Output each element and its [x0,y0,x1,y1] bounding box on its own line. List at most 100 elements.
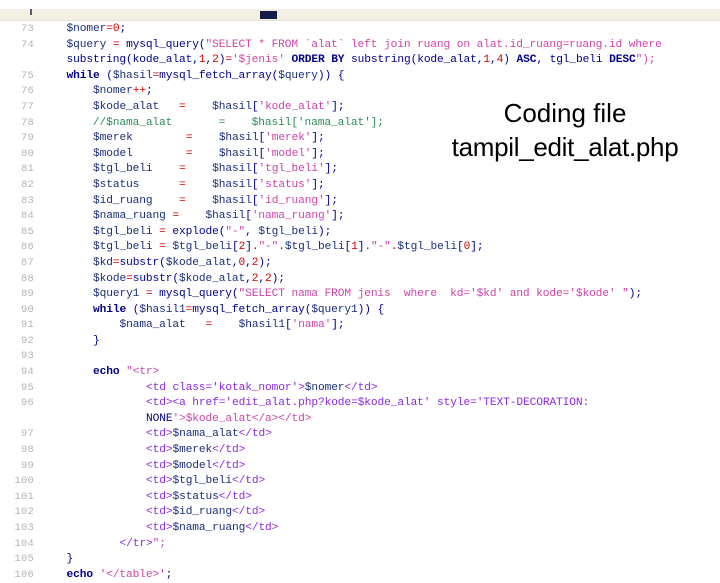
code-line: 95 <td class='kotak_nomor'>$nomer</td> [0,381,720,397]
line-number: 102 [14,506,34,519]
line-number: 96 [20,397,34,410]
line-number: 89 [20,288,34,301]
code-line: 94 echo "<tr> [0,365,720,381]
line-number: 74 [20,38,34,51]
slide-canvas: 73 $nomer=0; 74 $query = mysql_query("SEL… [0,0,720,581]
code-line: 85 $tgl_beli = explode("-", $tgl_beli); [0,225,720,241]
code-line-text: <td>$id_ruang</td> [146,506,266,519]
line-number: 77 [20,100,34,113]
code-line: 99 <td>$model</td> [0,459,720,475]
line-number: 97 [20,428,34,441]
code-line: 97 <td>$nama_alat</td> [0,427,720,443]
code-line-text: $id_ruang = $hasil['id_ruang']; [93,194,338,207]
code-line-text: <td><a href='edit_alat.php?kode=$kode_al… [146,397,590,410]
code-line-text: } [93,334,100,347]
caption-text-box: Coding file tampil_edit_alat.php [412,96,718,164]
code-line: NONE'>$kode_alat</a></td> [0,412,720,428]
code-line: 96 <td><a href='edit_alat.php?kode=$kode… [0,396,720,412]
code-line-text: <td>$model</td> [146,459,246,472]
line-number: 106 [14,568,34,581]
code-line-text: } [66,553,74,566]
line-number: 87 [20,256,34,269]
code-line: 100 <td>$tgl_beli</td> [0,474,720,490]
code-line: 75 while ($hasil=mysql_fetch_array($quer… [0,69,720,85]
line-number: 95 [20,381,34,394]
code-line-text: <td>$tgl_beli</td> [146,475,266,488]
line-number: 94 [20,366,34,379]
top-strip-tick [30,9,32,15]
line-number: 83 [20,194,34,207]
code-line: 105 } [0,552,720,568]
code-line-text: <td>$nama_ruang</td> [146,522,279,534]
code-line-text: NONE'>$kode_alat</a></td> [146,412,312,425]
line-number: 86 [20,241,34,254]
line-number: 101 [14,490,34,503]
code-line-text: $status = $hasil['status']; [93,178,325,191]
code-line-text: $tgl_beli = explode("-", $tgl_beli); [93,225,332,238]
code-line: substring(kode_alat,1,2)='$jenis' ORDER … [0,53,720,69]
line-number: 78 [20,116,34,129]
code-line: 83 $id_ruang = $hasil['id_ruang']; [0,194,720,210]
code-line-text: $query = mysql_query("SELECT * FROM `ala… [66,38,662,51]
code-line-text: $tgl_beli = $tgl_beli[2]."-".$tgl_beli[1… [93,241,484,254]
line-number: 98 [20,444,34,457]
code-line: 89 $query1 = mysql_query("SELECT nama FR… [0,287,720,303]
top-strip-divider [0,20,720,21]
code-line-text: <td class='kotak_nomor'>$nomer</td> [146,381,378,394]
code-line: 106 echo '</table>'; [0,568,720,583]
line-number: 82 [20,178,34,191]
line-number: 93 [20,350,34,363]
code-line: 102 <td>$id_ruang</td> [0,505,720,521]
caption-line-1: Coding file [503,98,627,128]
code-line-text: </tr>"; [119,537,166,550]
line-number: 84 [20,210,34,223]
line-number: 100 [14,475,34,488]
line-number: 103 [14,522,34,534]
caption-line-2: tampil_edit_alat.php [451,132,679,162]
line-number: 105 [14,553,34,566]
line-number: 90 [20,303,34,316]
line-number: 91 [20,319,34,332]
line-number: 76 [20,85,34,98]
line-number: 99 [20,459,34,472]
code-line-text: substring(kode_alat,1,2)='$jenis' ORDER … [66,54,656,67]
line-number: 81 [20,163,34,176]
code-line-text: echo "<tr> [93,366,160,379]
line-number: 92 [20,334,34,347]
code-line-text: while ($hasil=mysql_fetch_array($query))… [66,69,345,82]
code-line: 86 $tgl_beli = $tgl_beli[2]."-".$tgl_bel… [0,240,720,256]
code-line: 101 <td>$status</td> [0,490,720,506]
code-line: 98 <td>$merek</td> [0,443,720,459]
code-line-text: $nama_ruang = $hasil['nama_ruang']; [93,210,345,223]
scrollbar-position-marker[interactable] [260,11,277,19]
code-line-text: $nomer=0; [66,23,127,35]
code-line-text: $kd=substr($kode_alat,0,2); [93,256,272,269]
code-line: 92 } [0,334,720,350]
code-line-text: echo '</table>'; [66,568,173,581]
code-line: 74 $query = mysql_query("SELECT * FROM `… [0,38,720,54]
line-number: 104 [14,537,34,550]
code-line-text: while ($hasil1=mysql_fetch_array($query1… [93,303,385,316]
code-line: 88 $kode=substr($kode_alat,2,2); [0,272,720,288]
code-line: 90 while ($hasil1=mysql_fetch_array($que… [0,303,720,319]
code-line: 87 $kd=substr($kode_alat,0,2); [0,256,720,272]
code-line: 84 $nama_ruang = $hasil['nama_ruang']; [0,209,720,225]
line-number: 73 [20,23,34,35]
line-number: 80 [20,147,34,160]
code-line-text: <td>$status</td> [146,490,252,503]
code-line: 103 <td>$nama_ruang</td> [0,521,720,537]
code-line: 93 [0,349,720,365]
line-number: 85 [20,225,34,238]
code-line: 104 </tr>"; [0,537,720,553]
code-line: 91 $nama_alat = $hasil1['nama']; [0,318,720,334]
code-line-text: <td>$merek</td> [146,444,246,457]
code-line-text: $query1 = mysql_query("SELECT nama FROM … [93,288,642,301]
line-number: 75 [20,69,34,82]
line-number: 79 [20,132,34,145]
code-line-text: $kode=substr($kode_alat,2,2); [93,272,285,285]
line-number: 88 [20,272,34,285]
code-line: 82 $status = $hasil['status']; [0,178,720,194]
code-line-text: $nama_alat = $hasil1['nama']; [119,319,345,332]
code-line: 73 $nomer=0; [0,22,720,38]
